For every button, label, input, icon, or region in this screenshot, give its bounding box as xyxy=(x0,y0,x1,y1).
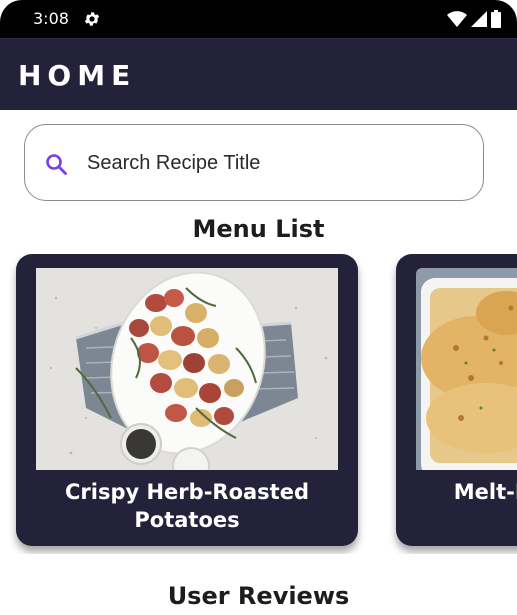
status-bar: 3:08 xyxy=(0,0,517,38)
search-input[interactable] xyxy=(87,143,467,183)
wifi-icon xyxy=(447,11,467,27)
user-reviews-title: User Reviews xyxy=(167,582,350,610)
recipe-image xyxy=(416,268,517,470)
menu-list[interactable]: Crispy Herb-Roasted Potatoes Melt-In-You… xyxy=(0,254,517,554)
recipe-title: Crispy Herb-Roasted Potatoes xyxy=(64,480,309,532)
menu-card[interactable]: Melt-In-Your-Mouth Chicken xyxy=(396,254,517,546)
recipe-title: Melt-In-Your-Mouth Chicken xyxy=(453,480,517,504)
app-bar: HOME xyxy=(0,38,517,110)
search-bar[interactable] xyxy=(24,124,484,201)
status-time: 3:08 xyxy=(33,9,69,28)
battery-icon xyxy=(491,10,501,28)
gear-icon xyxy=(84,12,100,26)
signal-icon xyxy=(471,11,487,27)
page-title: HOME xyxy=(18,59,137,92)
search-icon[interactable] xyxy=(44,152,68,176)
menu-list-title: Menu List xyxy=(192,215,325,243)
recipe-image xyxy=(36,268,338,470)
menu-card[interactable]: Crispy Herb-Roasted Potatoes xyxy=(16,254,358,546)
